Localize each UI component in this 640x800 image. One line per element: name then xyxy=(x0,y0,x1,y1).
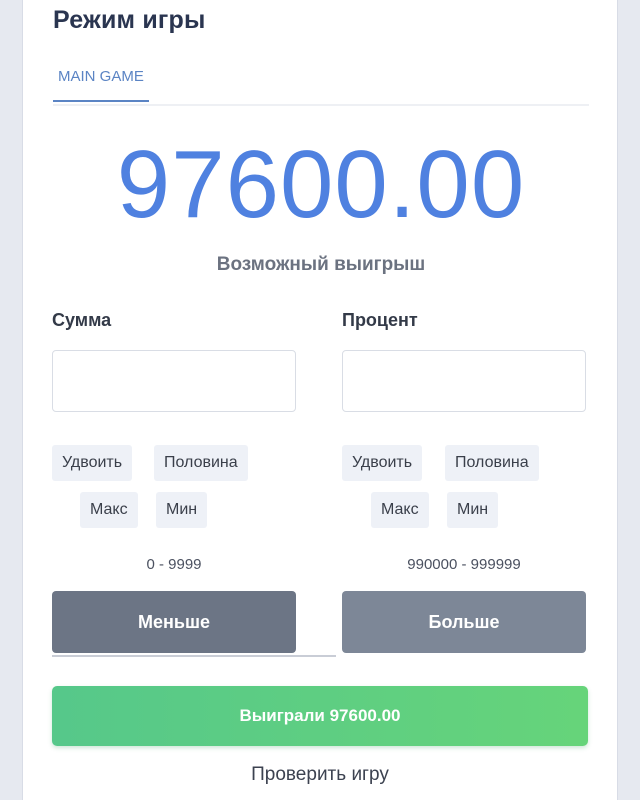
percent-half-button[interactable]: Половина xyxy=(445,445,539,481)
amount-label: Сумма xyxy=(52,310,112,330)
percent-input[interactable] xyxy=(342,350,586,412)
amount-max-button[interactable]: Макс xyxy=(80,492,138,528)
divider xyxy=(52,655,336,657)
win-result-button[interactable]: Выиграли 97600.00 xyxy=(52,686,588,746)
possible-win-label: Возможный выигрыш xyxy=(216,254,426,275)
percent-max-button[interactable]: Макс xyxy=(371,492,429,528)
amount-half-button[interactable]: Половина xyxy=(154,445,248,481)
less-button[interactable]: Меньше xyxy=(52,591,296,653)
amount-double-button[interactable]: Удвоить xyxy=(52,445,133,481)
more-button[interactable]: Больше xyxy=(342,591,586,653)
percent-range: 990000 - 999999 xyxy=(407,556,521,573)
check-game-link[interactable]: Проверить игру xyxy=(0,764,640,786)
amount-min-button[interactable]: Мин xyxy=(156,492,208,528)
page-title: Режим игры xyxy=(53,6,206,34)
tab-main-game[interactable]: MAIN GAME xyxy=(53,62,149,102)
possible-win-amount: 97600.00 xyxy=(116,131,526,238)
amount-input[interactable] xyxy=(52,350,296,412)
tab-bar: MAIN GAME xyxy=(53,62,589,106)
percent-double-button[interactable]: Удвоить xyxy=(342,445,423,481)
percent-label: Процент xyxy=(342,310,418,330)
amount-range: 0 - 9999 xyxy=(146,556,202,573)
percent-min-button[interactable]: Мин xyxy=(447,492,499,528)
